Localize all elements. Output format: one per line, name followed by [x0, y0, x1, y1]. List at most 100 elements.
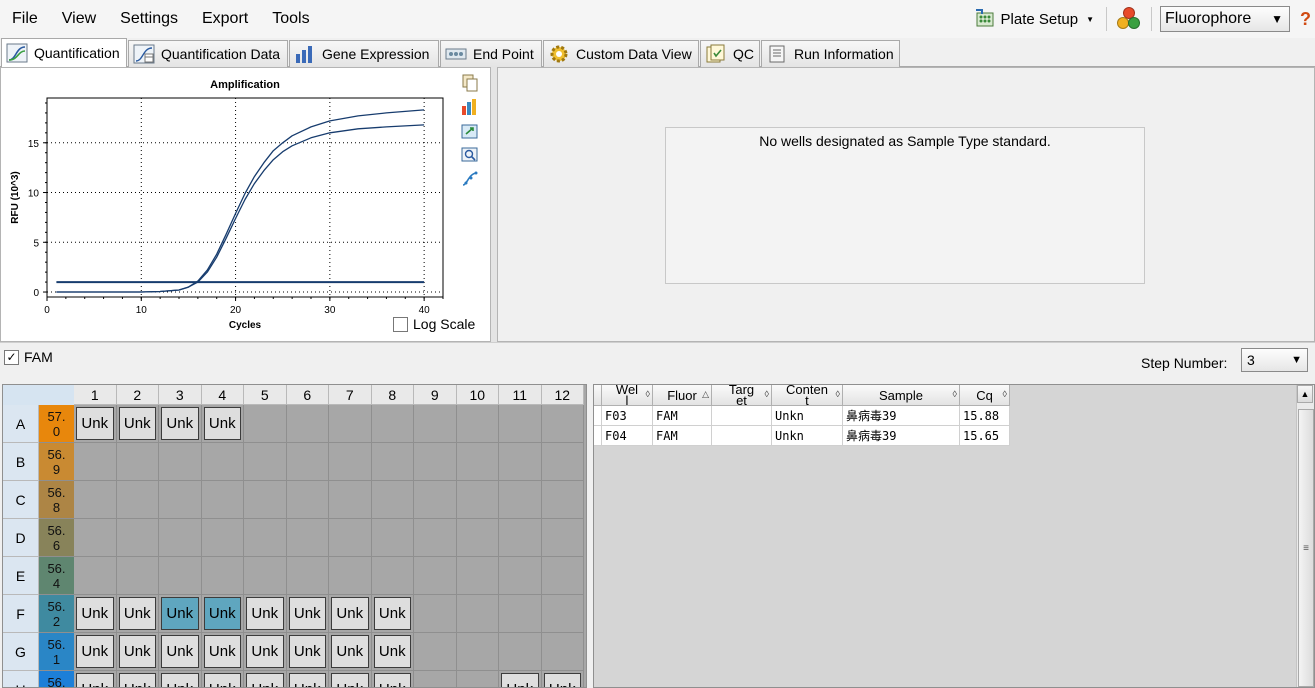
fluorophore-select[interactable]: Fluorophore ▼ [1160, 6, 1290, 32]
plate-well[interactable] [414, 633, 457, 671]
plate-well[interactable] [541, 405, 584, 443]
plate-well[interactable] [499, 481, 542, 519]
plate-well[interactable] [244, 519, 287, 557]
plate-well[interactable]: Unk [116, 405, 159, 443]
plate-well[interactable] [499, 595, 542, 633]
log-scale-checkbox[interactable]: Log Scale [393, 316, 475, 332]
column-header[interactable]: 7 [329, 385, 372, 405]
plate-well[interactable]: Unk [372, 671, 414, 687]
column-header[interactable]: 5 [244, 385, 287, 405]
plate-well[interactable]: Unk [117, 671, 159, 687]
plate-well[interactable] [456, 405, 499, 443]
plate-well[interactable] [159, 519, 202, 557]
plate-well[interactable]: Unk [542, 671, 584, 687]
plate-well[interactable] [457, 671, 499, 687]
plate-well[interactable] [414, 595, 457, 633]
column-header[interactable]: 8 [371, 385, 414, 405]
menu-export[interactable]: Export [190, 0, 260, 38]
table-column-header[interactable]: Cq ◊ [960, 385, 1010, 406]
plate-well[interactable]: Unk [244, 595, 287, 633]
plate-well[interactable] [286, 443, 329, 481]
plate-well[interactable] [74, 481, 117, 519]
plate-well[interactable] [244, 481, 287, 519]
plate-well[interactable]: Unk [201, 595, 244, 633]
plate-well[interactable] [116, 443, 159, 481]
plate-well[interactable] [159, 443, 202, 481]
column-header[interactable]: 10 [456, 385, 499, 405]
table-cell[interactable]: F04 [602, 426, 653, 446]
plate-well[interactable]: Unk [244, 633, 287, 671]
copy-icon[interactable] [461, 74, 479, 92]
column-header[interactable]: 4 [201, 385, 244, 405]
menu-view[interactable]: View [50, 0, 108, 38]
plate-well[interactable]: Unk [371, 633, 414, 671]
tab-gene-expression[interactable]: Gene Expression [289, 40, 439, 67]
amplification-chart[interactable]: Amplification 0 10 20 30 40 0 5 10 15 Cycles RFU (1… [1, 68, 461, 340]
sort-icon[interactable]: ◊ [836, 389, 840, 399]
zoom-chart-icon[interactable] [461, 146, 479, 164]
export-chart-icon[interactable] [461, 122, 479, 140]
column-header[interactable]: 12 [541, 385, 584, 405]
plate-well[interactable] [329, 481, 372, 519]
table-column-header[interactable]: Sample ◊ [843, 385, 960, 406]
plate-well[interactable] [541, 595, 584, 633]
column-header[interactable]: 11 [499, 385, 542, 405]
fam-check-box[interactable]: ✓ [4, 349, 19, 365]
scrollbar-thumb[interactable]: ≡ [1298, 409, 1314, 687]
tab-run-information[interactable]: Run Information [761, 40, 900, 67]
plate-well[interactable] [116, 481, 159, 519]
sort-icon[interactable]: ◊ [646, 389, 650, 399]
sort-icon[interactable]: ◊ [1003, 389, 1007, 399]
plate-well[interactable] [414, 481, 457, 519]
plate-well[interactable] [329, 443, 372, 481]
table-cell[interactable]: 鼻病毒39 [843, 426, 960, 446]
table-cell[interactable] [712, 406, 772, 426]
table-cell[interactable]: Unkn [772, 406, 843, 426]
plate-well[interactable] [541, 443, 584, 481]
plate-well[interactable]: Unk [159, 671, 202, 687]
step-number-select[interactable]: 3 ▼ [1241, 348, 1308, 372]
column-header[interactable]: 6 [286, 385, 329, 405]
column-header[interactable]: 2 [116, 385, 159, 405]
tab-qc[interactable]: QC [700, 40, 760, 67]
plate-well[interactable] [499, 633, 542, 671]
plate-well[interactable] [201, 481, 244, 519]
plate-well[interactable] [541, 519, 584, 557]
menu-file[interactable]: File [0, 0, 50, 38]
plate-well[interactable]: Unk [329, 671, 372, 687]
well-groups-icon[interactable] [1116, 6, 1142, 32]
plate-well[interactable]: Unk [286, 595, 329, 633]
table-column-header[interactable]: Wel l ◊ [602, 385, 653, 406]
plate-well[interactable]: Unk [116, 633, 159, 671]
chart-bars-icon[interactable] [461, 98, 479, 116]
column-header[interactable]: 1 [74, 385, 117, 405]
plate-well[interactable]: Unk [244, 671, 287, 687]
row-selector[interactable] [594, 406, 602, 426]
plate-well[interactable] [541, 633, 584, 671]
plate-well[interactable]: Unk [159, 633, 202, 671]
table-cell[interactable]: 鼻病毒39 [843, 406, 960, 426]
plate-well[interactable] [286, 405, 329, 443]
plate-well[interactable] [414, 405, 457, 443]
plate-well[interactable]: Unk [371, 595, 414, 633]
plate-well[interactable] [541, 481, 584, 519]
row-header[interactable]: G [3, 633, 39, 671]
plate-well[interactable] [371, 405, 414, 443]
table-cell[interactable]: FAM [653, 426, 712, 446]
plate-well[interactable] [286, 519, 329, 557]
plate-well[interactable] [414, 443, 457, 481]
plate-well[interactable] [74, 443, 117, 481]
menu-tools[interactable]: Tools [260, 0, 321, 38]
sort-ascending-icon[interactable]: △ [702, 389, 709, 400]
plate-well[interactable] [159, 557, 202, 595]
table-column-header[interactable]: Targ et ◊ [712, 385, 772, 406]
plate-well[interactable] [414, 557, 457, 595]
plate-well[interactable]: Unk [74, 671, 117, 687]
row-selector[interactable] [594, 426, 602, 446]
plate-well[interactable]: Unk [499, 671, 542, 687]
row-header[interactable]: C [3, 481, 39, 519]
plate-well[interactable] [456, 557, 499, 595]
plate-well[interactable]: Unk [74, 405, 117, 443]
table-column-header[interactable]: Fluor △ [653, 385, 712, 406]
plate-well[interactable] [74, 519, 117, 557]
